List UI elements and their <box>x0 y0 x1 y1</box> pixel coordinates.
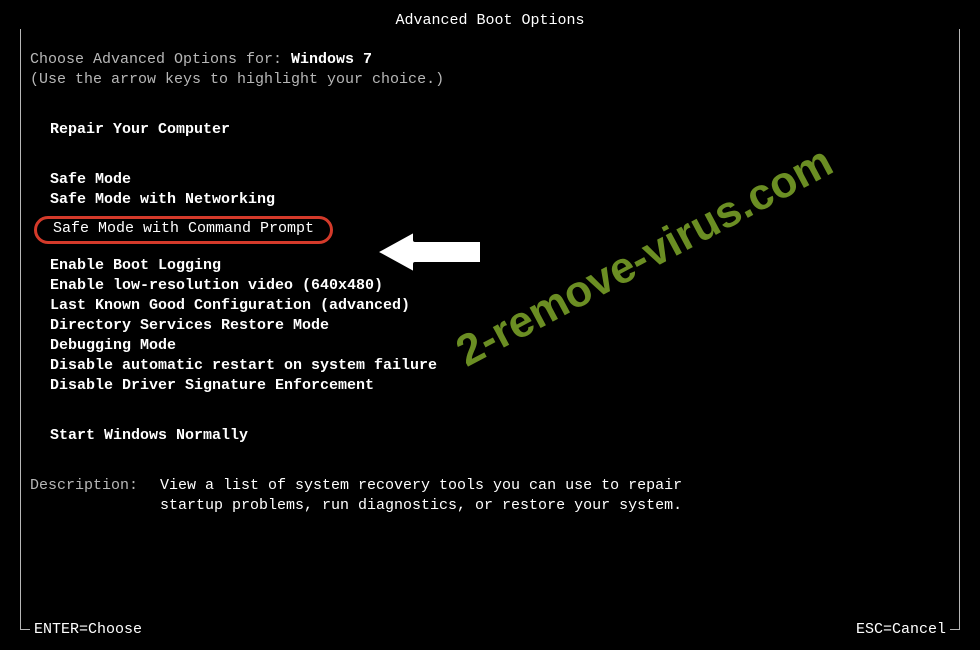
option-boot-logging[interactable]: Enable Boot Logging <box>30 256 221 276</box>
option-last-known[interactable]: Last Known Good Configuration (advanced) <box>30 296 410 316</box>
option-start-normally[interactable]: Start Windows Normally <box>30 426 248 446</box>
option-disable-restart[interactable]: Disable automatic restart on system fail… <box>30 356 437 376</box>
description-block: Description: View a list of system recov… <box>30 476 950 516</box>
option-repair[interactable]: Repair Your Computer <box>30 120 230 140</box>
option-ds-restore[interactable]: Directory Services Restore Mode <box>30 316 329 336</box>
page-title-text: Advanced Boot Options <box>387 12 592 29</box>
page-title: Advanced Boot Options <box>0 12 980 29</box>
description-label: Description: <box>30 476 160 516</box>
option-low-res[interactable]: Enable low-resolution video (640x480) <box>30 276 383 296</box>
hint-esc: ESC=Cancel <box>852 619 950 640</box>
arrow-hint: (Use the arrow keys to highlight your ch… <box>30 70 950 90</box>
description-text: View a list of system recovery tools you… <box>160 476 950 516</box>
os-name: Windows 7 <box>291 51 372 68</box>
option-disable-driver-sig[interactable]: Disable Driver Signature Enforcement <box>30 376 374 396</box>
option-debugging[interactable]: Debugging Mode <box>30 336 176 356</box>
option-safe-mode-networking[interactable]: Safe Mode with Networking <box>30 190 275 210</box>
key-hints: ENTER=Choose ESC=Cancel <box>30 619 950 640</box>
main-content: Choose Advanced Options for: Windows 7 (… <box>30 50 950 600</box>
pointer-arrow-icon <box>370 222 490 287</box>
option-safe-mode-cmd-selected[interactable]: Safe Mode with Command Prompt <box>34 216 333 244</box>
hint-enter: ENTER=Choose <box>30 619 146 640</box>
option-safe-mode[interactable]: Safe Mode <box>30 170 131 190</box>
choose-line: Choose Advanced Options for: Windows 7 <box>30 50 950 70</box>
